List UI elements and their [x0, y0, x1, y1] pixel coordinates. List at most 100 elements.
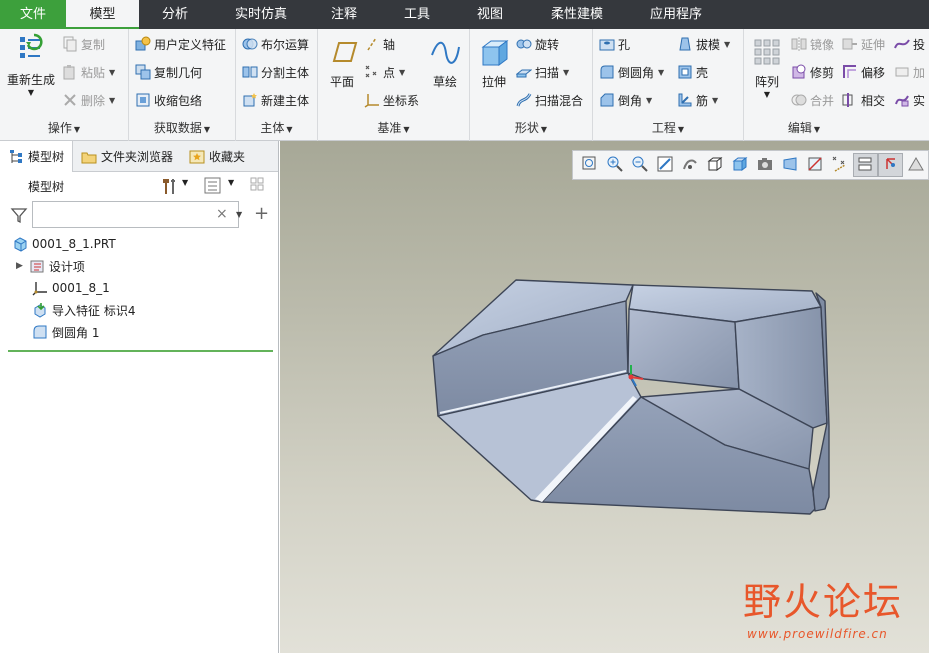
sketch-button[interactable]: 草绘	[426, 35, 464, 90]
group-label-engineering[interactable]: 工程 ▼	[593, 119, 743, 136]
chevron-down-icon: ▼	[73, 125, 81, 134]
trim-button[interactable]: 修剪	[791, 62, 834, 82]
revolve-button[interactable]: 旋转	[516, 34, 559, 54]
solidify-icon	[894, 92, 910, 108]
new-body-button[interactable]: 新建主体	[242, 90, 309, 110]
offset-icon	[842, 64, 858, 80]
add-icon[interactable]: +	[254, 203, 269, 224]
shell-button[interactable]: 壳	[677, 62, 708, 82]
tab-analysis[interactable]: 分析	[139, 0, 211, 29]
udf-button[interactable]: 用户定义特征	[135, 34, 226, 54]
tab-annotate[interactable]: 注释	[311, 0, 377, 29]
tree-item-import-feature[interactable]: 导入特征 标识4	[32, 300, 135, 320]
model-faces	[432, 279, 830, 515]
extrude-button[interactable]: 拉伸	[476, 35, 512, 90]
rib-button[interactable]: 筋 ▼	[677, 90, 718, 110]
intersect-icon	[842, 92, 858, 108]
offset-button[interactable]: 偏移	[842, 62, 885, 82]
group-shapes: 拉伸 旋转 扫描 ▼ 扫描混合 形状 ▼	[470, 29, 593, 141]
shell-icon	[677, 64, 693, 80]
graphics-viewport[interactable]: 野火论坛 www.proewildfire.cn	[280, 141, 929, 653]
search-input[interactable]	[32, 201, 239, 228]
folder-icon	[81, 149, 97, 165]
tree-filter-grid-icon[interactable]	[250, 177, 270, 198]
chevron-down-icon: ▼	[27, 88, 35, 97]
tab-live-simulation[interactable]: 实时仿真	[211, 0, 311, 29]
left-panel: 模型树 文件夹浏览器 收藏夹 模型树 ▼ ▼ × ▼ + 0001_8_1.PR…	[0, 141, 279, 653]
group-label-operations[interactable]: 操作 ▼	[0, 119, 128, 136]
extend-button[interactable]: 延伸	[842, 34, 885, 54]
hole-button[interactable]: 孔	[599, 34, 630, 54]
group-label-body[interactable]: 主体 ▼	[236, 119, 317, 136]
new-body-icon	[242, 92, 258, 108]
thicken-button[interactable]: 加	[894, 62, 925, 82]
shrinkwrap-button[interactable]: 收缩包络	[135, 90, 202, 110]
tab-flexible-modeling[interactable]: 柔性建模	[523, 0, 631, 29]
axis-button[interactable]: 轴	[364, 34, 395, 54]
sweep-button[interactable]: 扫描 ▼	[515, 62, 569, 82]
tree-insert-indicator[interactable]	[8, 350, 273, 352]
copy-button[interactable]: 复制	[62, 34, 105, 54]
tab-applications[interactable]: 应用程序	[631, 0, 721, 29]
watermark-text: 野火论坛	[743, 580, 904, 624]
clear-search-icon[interactable]: ×	[216, 206, 228, 222]
sweep-icon	[515, 64, 533, 80]
filter-icon[interactable]	[10, 206, 28, 227]
chevron-down-icon: ▼	[724, 39, 731, 49]
plane-button[interactable]: 平面	[324, 35, 360, 90]
tab-tools[interactable]: 工具	[377, 0, 457, 29]
swept-blend-button[interactable]: 扫描混合	[516, 90, 583, 110]
watermark-url: www.proewildfire.cn	[747, 627, 888, 641]
tab-favorites[interactable]: 收藏夹	[181, 141, 253, 172]
regenerate-button[interactable]: 重新生成 ▼	[5, 33, 57, 97]
copy-geometry-button[interactable]: 复制几何	[135, 62, 202, 82]
project-button[interactable]: 投	[894, 34, 925, 54]
group-label-editing[interactable]: 编辑 ▼	[744, 119, 864, 136]
search-row: × ▼ +	[8, 201, 272, 229]
tab-model[interactable]: 模型	[66, 0, 139, 29]
tree-columns-icon[interactable]	[204, 177, 222, 198]
group-label-get-data[interactable]: 获取数据 ▼	[129, 119, 235, 136]
csys-icon	[364, 92, 380, 108]
split-body-button[interactable]: 分割主体	[242, 62, 309, 82]
group-label-datum[interactable]: 基准 ▼	[318, 119, 469, 136]
tree-item-design-items[interactable]: ▶ 设计项	[16, 256, 85, 276]
delete-button[interactable]: 删除 ▼	[62, 90, 115, 110]
group-label-shapes[interactable]: 形状 ▼	[470, 119, 592, 136]
chevron-down-icon: ▼	[286, 125, 293, 134]
round-icon	[599, 64, 615, 80]
point-button[interactable]: 点 ▼	[364, 62, 405, 82]
boolean-button[interactable]: 布尔运算	[242, 34, 309, 54]
chevron-down-icon[interactable]: ▼	[228, 178, 234, 187]
intersect-button[interactable]: 相交	[842, 90, 885, 110]
paste-button[interactable]: 粘贴 ▼	[62, 62, 115, 82]
tab-folder-browser[interactable]: 文件夹浏览器	[73, 141, 181, 172]
merge-button[interactable]: 合并	[791, 90, 834, 110]
part-icon	[12, 236, 28, 252]
hole-icon	[599, 36, 615, 52]
round-button[interactable]: 倒圆角 ▼	[599, 62, 664, 82]
solidify-button[interactable]: 实	[894, 90, 925, 110]
tab-model-tree[interactable]: 模型树	[0, 141, 74, 172]
model-tree-header: 模型树	[28, 180, 65, 194]
pattern-button[interactable]: 阵列 ▼	[750, 35, 784, 99]
tree-item-csys[interactable]: 0001_8_1	[32, 278, 110, 298]
paste-icon	[62, 64, 78, 80]
tree-settings-icon[interactable]	[160, 177, 180, 198]
draft-button[interactable]: 拔模 ▼	[677, 34, 730, 54]
tree-item-round[interactable]: 倒圆角 1	[32, 322, 99, 342]
chevron-down-icon[interactable]: ▼	[182, 178, 188, 187]
chamfer-button[interactable]: 倒角 ▼	[599, 90, 652, 110]
extrude-icon	[477, 35, 511, 69]
mirror-button[interactable]: 镜像	[791, 34, 834, 54]
swept-blend-icon	[516, 92, 532, 108]
chevron-down-icon[interactable]: ▼	[236, 210, 242, 219]
tab-file[interactable]: 文件	[0, 0, 66, 29]
chevron-down-icon: ▼	[109, 95, 116, 105]
group-engineering: 孔 倒圆角 ▼ 倒角 ▼ 拔模 ▼ 壳 筋 ▼ 工程 ▼	[593, 29, 744, 141]
expand-arrow-icon[interactable]: ▶	[16, 261, 23, 271]
csys-button[interactable]: 坐标系	[364, 90, 419, 110]
udf-icon	[135, 36, 151, 52]
tab-view[interactable]: 视图	[457, 0, 523, 29]
tree-item-part[interactable]: 0001_8_1.PRT	[12, 234, 116, 254]
